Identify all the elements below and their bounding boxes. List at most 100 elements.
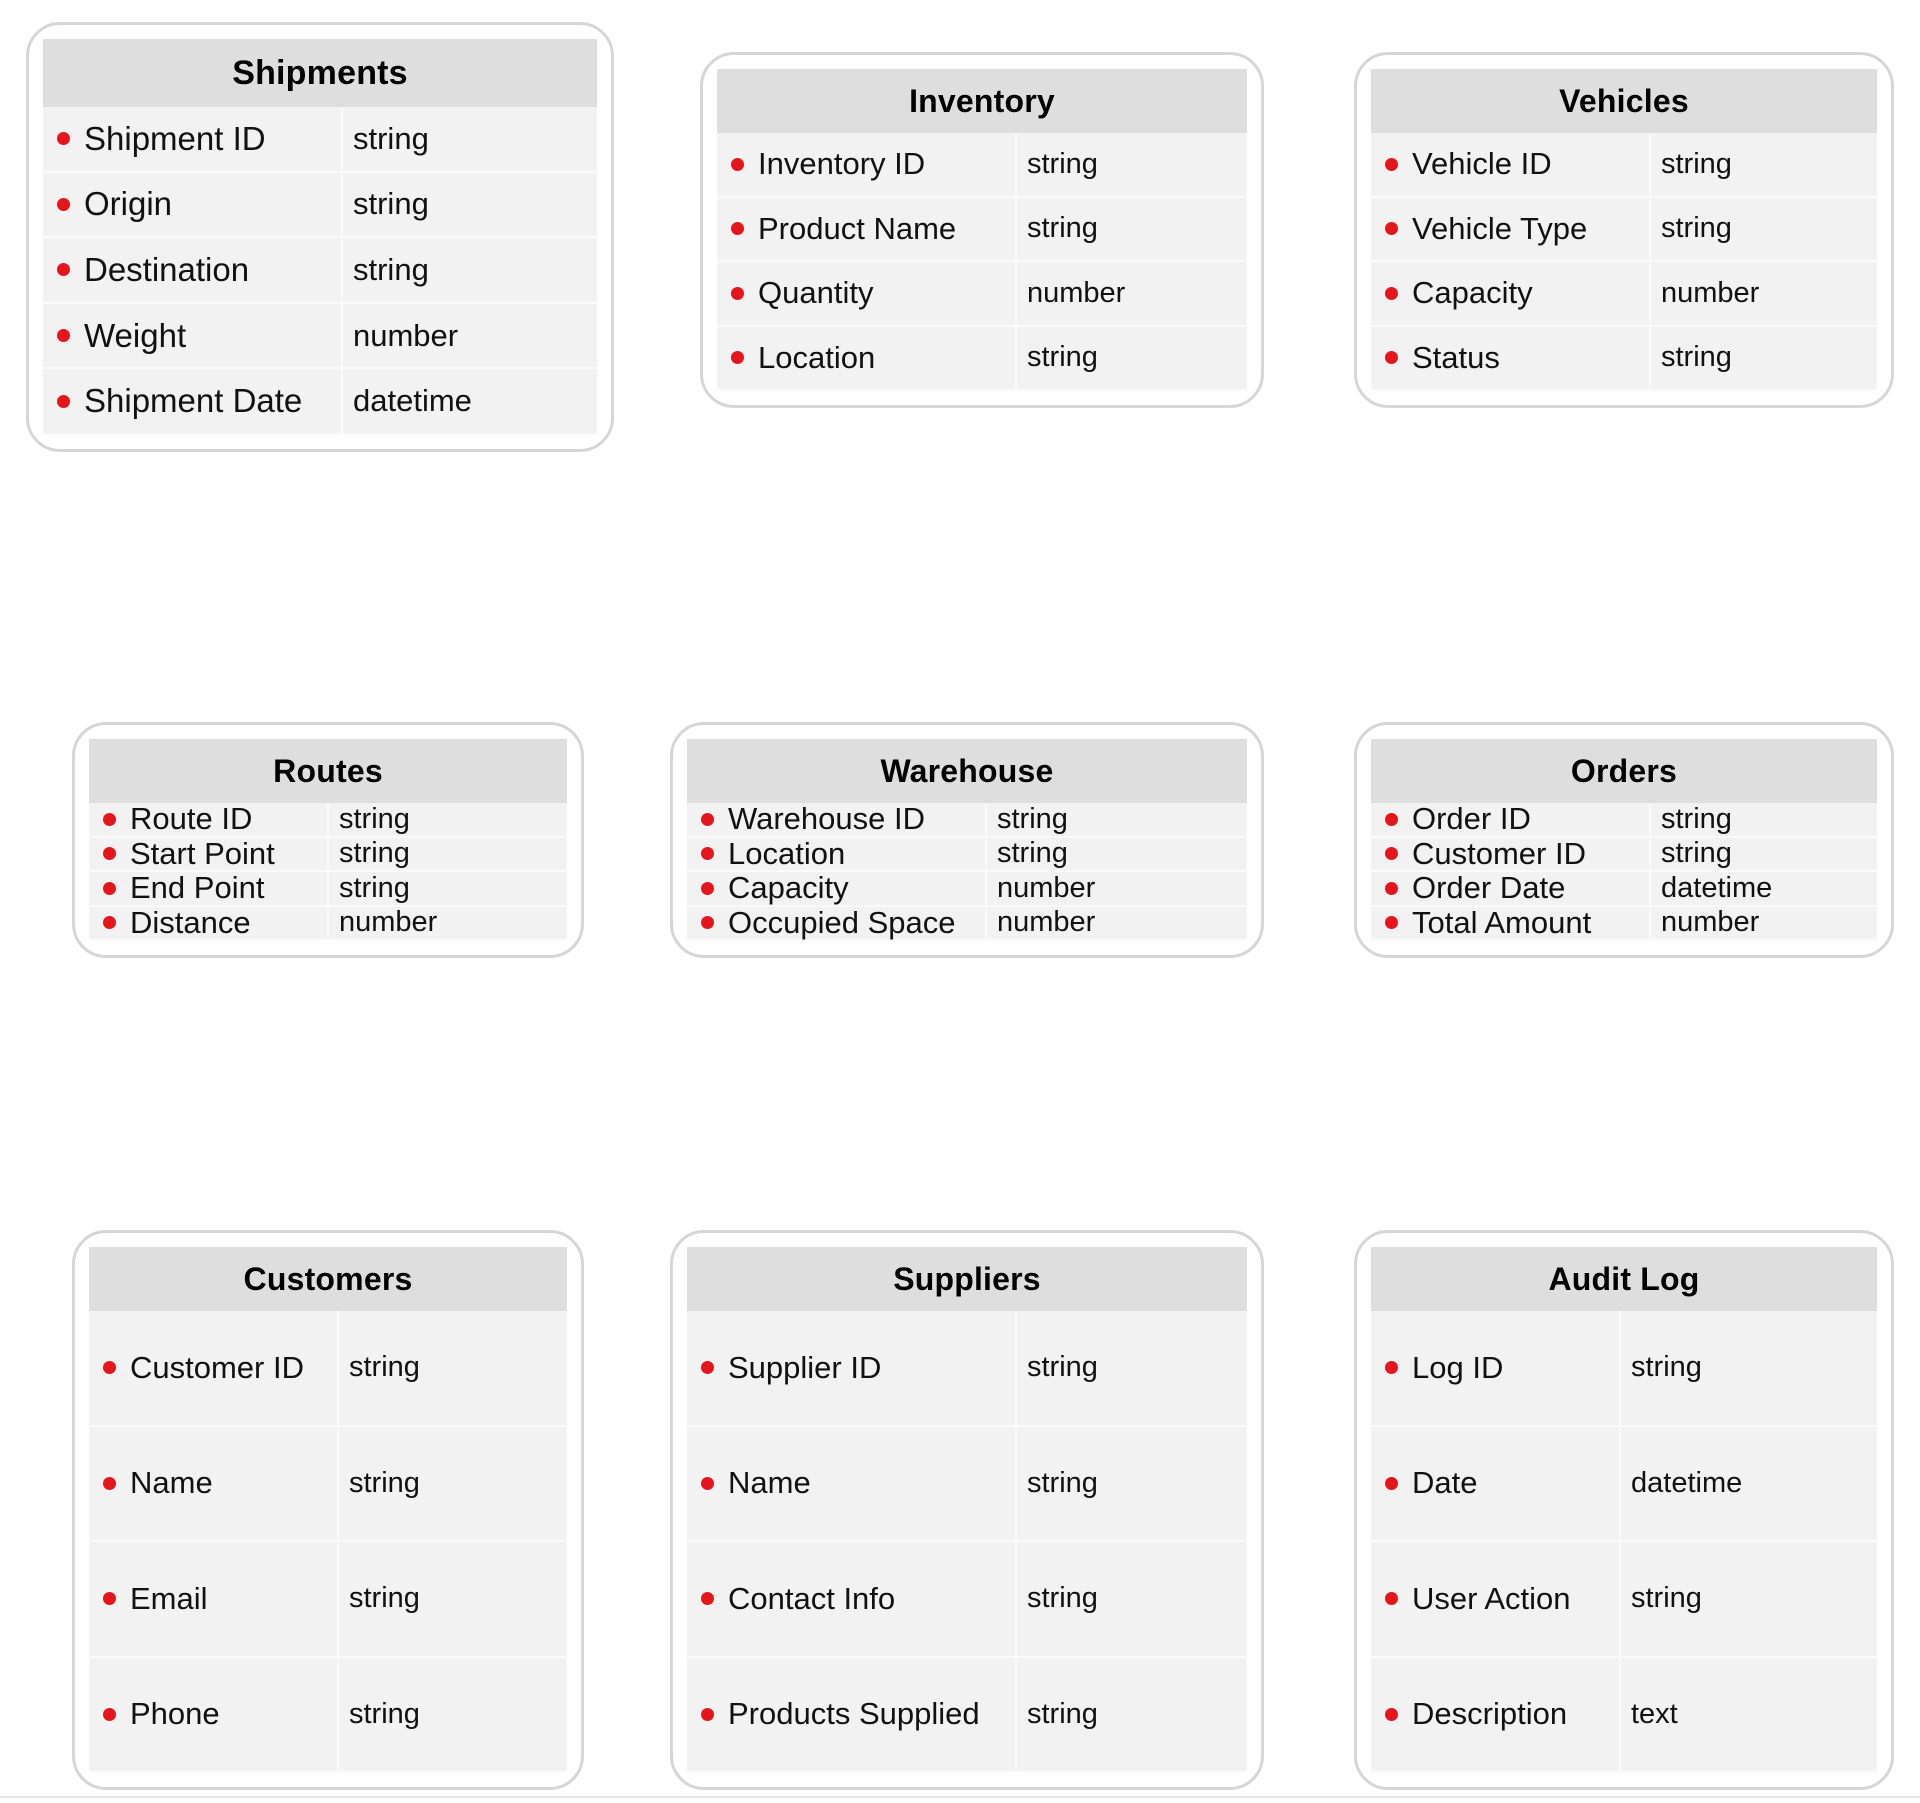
attribute-name: Log ID bbox=[1412, 1349, 1504, 1385]
attribute-type: string bbox=[1631, 1351, 1702, 1384]
bullet-icon bbox=[1385, 812, 1398, 826]
bullet-icon bbox=[1385, 1361, 1398, 1375]
bullet-icon bbox=[1385, 157, 1398, 171]
attribute-row[interactable]: Inventory ID string bbox=[717, 133, 1247, 198]
entity-card-suppliers[interactable]: Suppliers Supplier ID string Name string Cont… bbox=[670, 1230, 1264, 1790]
attribute-type: string bbox=[1661, 802, 1732, 835]
entity-title-band: Inventory bbox=[717, 69, 1247, 133]
attribute-row[interactable]: End Point string bbox=[89, 870, 567, 907]
attribute-row[interactable]: User Action string bbox=[1371, 1542, 1877, 1658]
entity-card-inventory[interactable]: Inventory Inventory ID string Product Name s… bbox=[700, 52, 1264, 408]
attribute-row[interactable]: Vehicle Type string bbox=[1371, 197, 1877, 262]
attribute-row[interactable]: Location string bbox=[717, 326, 1247, 391]
attribute-row[interactable]: Log ID string bbox=[1371, 1311, 1877, 1427]
attribute-name-cell: Order Date bbox=[1371, 870, 1651, 907]
attribute-name: Occupied Space bbox=[728, 904, 956, 940]
attribute-name: Capacity bbox=[1412, 275, 1533, 311]
attribute-row[interactable]: Order Date datetime bbox=[1371, 870, 1877, 907]
attribute-name-cell: Inventory ID bbox=[717, 133, 1017, 198]
bullet-icon bbox=[731, 351, 744, 365]
attribute-row[interactable]: Vehicle ID string bbox=[1371, 133, 1877, 198]
attribute-type-cell: string bbox=[1017, 1542, 1247, 1658]
attribute-name-cell: Order ID bbox=[1371, 801, 1651, 838]
attribute-type-cell: datetime bbox=[343, 369, 597, 435]
attribute-name-cell: Customer ID bbox=[89, 1311, 339, 1427]
attribute-row[interactable]: Occupied Space number bbox=[687, 904, 1247, 941]
attribute-row[interactable]: Shipment Date datetime bbox=[43, 369, 597, 435]
attribute-name-cell: Capacity bbox=[1371, 262, 1651, 327]
attribute-row[interactable]: Product Name string bbox=[717, 197, 1247, 262]
entity-title-band: Audit Log bbox=[1371, 1247, 1877, 1311]
bullet-icon bbox=[701, 847, 714, 861]
entity-card-customers[interactable]: Customers Customer ID string Name string Emai… bbox=[72, 1230, 584, 1790]
entity-card-vehicles[interactable]: Vehicles Vehicle ID string Vehicle Type stri… bbox=[1354, 52, 1894, 408]
attribute-row[interactable]: Products Supplied string bbox=[687, 1657, 1247, 1773]
attribute-row[interactable]: Contact Info string bbox=[687, 1542, 1247, 1658]
attribute-row[interactable]: Quantity number bbox=[717, 262, 1247, 327]
attribute-name-cell: Shipment Date bbox=[43, 369, 343, 435]
entity-title-band: Suppliers bbox=[687, 1247, 1247, 1311]
bullet-icon bbox=[103, 1707, 116, 1721]
attribute-name-cell: Start Point bbox=[89, 836, 329, 872]
bullet-icon bbox=[103, 1592, 116, 1606]
attribute-row[interactable]: Name string bbox=[687, 1426, 1247, 1542]
attribute-name-cell: Vehicle Type bbox=[1371, 197, 1651, 262]
attribute-type: number bbox=[997, 871, 1096, 904]
entity-card-routes[interactable]: Routes Route ID string Start Point string End… bbox=[72, 722, 584, 958]
attribute-type-cell: string bbox=[1651, 133, 1877, 198]
entity-title: Audit Log bbox=[1548, 1260, 1700, 1297]
attribute-row[interactable]: Supplier ID string bbox=[687, 1311, 1247, 1427]
attribute-name-cell: User Action bbox=[1371, 1542, 1621, 1658]
attribute-type-cell: string bbox=[1017, 1311, 1247, 1427]
attribute-name: Inventory ID bbox=[758, 146, 926, 182]
entity-title-band: Orders bbox=[1371, 739, 1877, 803]
entity-inner: Orders Order ID string Customer ID string Ord… bbox=[1371, 739, 1877, 941]
attribute-type-cell: number bbox=[1651, 906, 1877, 941]
entity-title: Suppliers bbox=[893, 1260, 1041, 1297]
attribute-row[interactable]: Phone string bbox=[89, 1657, 567, 1773]
attribute-row[interactable]: Total Amount number bbox=[1371, 905, 1877, 941]
entity-card-warehouse[interactable]: Warehouse Warehouse ID string Location strin… bbox=[670, 722, 1264, 958]
attribute-type: number bbox=[353, 317, 459, 353]
attribute-row[interactable]: Status string bbox=[1371, 326, 1877, 391]
attribute-type: text bbox=[1631, 1697, 1678, 1730]
attribute-name-cell: Total Amount bbox=[1371, 905, 1651, 941]
attribute-name-cell: Status bbox=[1371, 326, 1651, 391]
attribute-row[interactable]: Warehouse ID string bbox=[687, 801, 1247, 838]
attribute-type-cell: string bbox=[329, 837, 567, 872]
attribute-row[interactable]: Route ID string bbox=[89, 801, 567, 838]
attribute-row[interactable]: Order ID string bbox=[1371, 801, 1877, 838]
attribute-row[interactable]: Capacity number bbox=[687, 870, 1247, 907]
attribute-row[interactable]: Start Point string bbox=[89, 836, 567, 872]
attribute-type-cell: string bbox=[1621, 1542, 1877, 1658]
bullet-icon bbox=[103, 1361, 116, 1375]
bullet-icon bbox=[731, 286, 744, 300]
attribute-name: Supplier ID bbox=[728, 1349, 882, 1385]
entity-card-shipments[interactable]: Shipments Shipment ID string Origin string De… bbox=[26, 22, 614, 452]
entity-card-auditlog[interactable]: Audit Log Log ID string Date datetime User Ac… bbox=[1354, 1230, 1894, 1790]
attribute-row[interactable]: Shipment ID string bbox=[43, 107, 597, 173]
attribute-type: string bbox=[1631, 1582, 1702, 1615]
attribute-row[interactable]: Destination string bbox=[43, 238, 597, 304]
attribute-name-cell: Email bbox=[89, 1542, 339, 1658]
attribute-name: Order Date bbox=[1412, 870, 1566, 906]
bullet-icon bbox=[1385, 351, 1398, 365]
bullet-icon bbox=[57, 394, 70, 408]
attribute-row[interactable]: Origin string bbox=[43, 172, 597, 239]
attribute-type: string bbox=[1027, 1351, 1098, 1384]
entity-card-orders[interactable]: Orders Order ID string Customer ID string Ord… bbox=[1354, 722, 1894, 958]
attribute-row[interactable]: Email string bbox=[89, 1542, 567, 1658]
attribute-name: Distance bbox=[130, 904, 251, 940]
attribute-row[interactable]: Date datetime bbox=[1371, 1426, 1877, 1542]
attribute-row[interactable]: Description text bbox=[1371, 1657, 1877, 1773]
attribute-row[interactable]: Customer ID string bbox=[89, 1311, 567, 1427]
entity-attribute-list: Customer ID string Name string Email string Ph… bbox=[89, 1311, 567, 1773]
attribute-row[interactable]: Location string bbox=[687, 836, 1247, 872]
attribute-row[interactable]: Customer ID string bbox=[1371, 836, 1877, 872]
attribute-row[interactable]: Weight number bbox=[43, 303, 597, 370]
attribute-name: User Action bbox=[1412, 1580, 1571, 1616]
attribute-row[interactable]: Capacity number bbox=[1371, 262, 1877, 327]
attribute-row[interactable]: Name string bbox=[89, 1426, 567, 1542]
bullet-icon bbox=[1385, 1592, 1398, 1606]
attribute-row[interactable]: Distance number bbox=[89, 904, 567, 941]
